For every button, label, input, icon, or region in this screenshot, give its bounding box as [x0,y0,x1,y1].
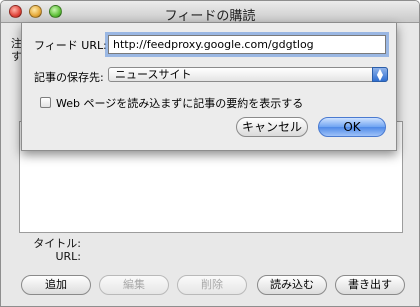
subscribe-sheet: フィード URL: 記事の保存先: ニュースサイト ▲▼ Web ページを読み込… [21,23,397,151]
url-label: URL: [55,250,81,263]
folder-select-value: ニュースサイト [115,68,192,81]
add-button[interactable]: 追加 [21,275,91,295]
delete-button[interactable]: 削除 [177,275,247,295]
title-label: タイトル: [33,237,81,250]
summary-checkbox-label[interactable]: Web ページを読み込まずに記事の要約を表示する [56,95,303,111]
title-bar[interactable]: フィードの購読 [1,1,419,24]
ok-button[interactable]: OK [318,117,386,137]
summary-checkbox[interactable] [40,97,51,108]
feed-url-label: フィード URL: [34,39,107,52]
edit-button[interactable]: 編集 [99,275,169,295]
folder-select[interactable]: ニュースサイト ▲ ▼ [108,67,388,82]
feed-info-panel: タイトル: URL: [19,233,403,265]
select-stepper-icon: ▲ ▼ [372,67,388,82]
window-title: フィードの購読 [164,9,256,24]
subscribe-feed-window: フィードの購読 注 す タイトル: URL: 追加 編集 削除 読み込む 書き出… [0,0,420,307]
feed-url-input[interactable] [108,35,386,54]
export-button[interactable]: 書き出す [335,275,405,295]
folder-label: 記事の保存先: [34,71,104,84]
load-button[interactable]: 読み込む [257,275,327,295]
cancel-button[interactable]: キャンセル [236,117,308,137]
